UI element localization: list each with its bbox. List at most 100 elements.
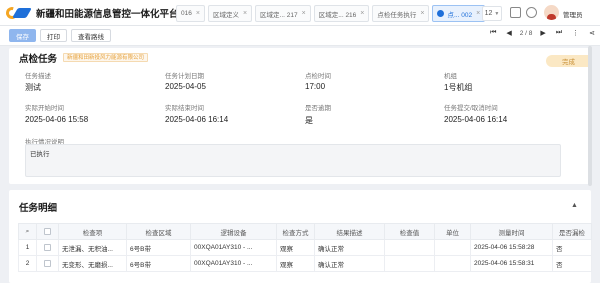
tab-count-value: 12 <box>484 10 493 17</box>
column-header[interactable]: 是否漏检 <box>552 223 592 240</box>
row-checkbox[interactable] <box>36 255 59 272</box>
cell-result: 确认正常 <box>314 239 385 256</box>
logo-icon <box>3 4 32 21</box>
actual-end-value: 2025-04-06 16:14 <box>165 115 229 124</box>
table-row[interactable]: 1 无泄漏、无积油... 6号B带 00XQA01AY310 - ... 观察 … <box>18 239 592 256</box>
view-route-button[interactable]: 查看路线 <box>71 29 111 42</box>
cell-item: 无泄漏、无积油... <box>58 239 127 256</box>
toolbar: 保存 打印 查看路线 ⏮ ◀ 2 / 8 ▶ ⏭ ⋮ ⋖ <box>0 26 600 46</box>
tab-item[interactable]: 区域定义 × <box>207 5 253 22</box>
print-button[interactable]: 打印 <box>40 29 67 42</box>
cell-unit <box>434 239 471 256</box>
close-icon[interactable]: × <box>243 10 247 17</box>
tab-label: 点检任务执行 <box>377 11 417 19</box>
cell-value[interactable] <box>384 239 435 256</box>
avatar[interactable] <box>544 5 559 20</box>
tab-item[interactable]: 区域定... 216 × <box>313 5 370 22</box>
column-header[interactable]: 逻辑设备 <box>190 223 277 240</box>
status-badge: 完成 <box>546 55 591 67</box>
select-all-checkbox[interactable] <box>36 223 59 240</box>
tab-count-select[interactable]: 12 ▼ <box>482 6 502 21</box>
cell-area: 6号B带 <box>126 255 191 272</box>
tab-label: 区域定... 216 <box>318 11 357 19</box>
app-header: 新疆和田能源信息管控一体化平台 016 × 区域定义 × 区域定... 217 × 区… <box>0 0 600 26</box>
close-icon[interactable]: × <box>476 10 480 17</box>
close-icon[interactable]: × <box>196 10 200 17</box>
cell-method: 观察 <box>276 255 315 272</box>
actual-start-label: 实际开始时间 <box>25 105 64 112</box>
prev-page-icon[interactable]: ◀ <box>506 29 511 37</box>
unit-label: 机组 <box>444 73 457 80</box>
row-number: 1 <box>18 239 37 256</box>
plan-date-value: 2025-04-05 <box>165 82 206 91</box>
task-details-card: 任务明细 ▲ ⌕ 检查项 检查区域 逻辑设备 检查方式 结果描述 检查值 单位 … <box>9 190 592 283</box>
company-tag: 新疆和田新投风力能源有限公司 <box>63 53 149 62</box>
close-icon[interactable]: × <box>302 10 306 17</box>
overdue-value: 是 <box>305 116 313 125</box>
last-page-icon[interactable]: ⏭ <box>556 29 562 37</box>
tab-item[interactable]: 016 × <box>176 5 205 22</box>
cell-area: 6号B带 <box>126 239 191 256</box>
tab-bar: 016 × 区域定义 × 区域定... 217 × 区域定... 216 × 点检任务执… <box>176 5 488 22</box>
column-header[interactable]: 检查方式 <box>276 223 315 240</box>
more-icon[interactable]: ⋮ <box>572 29 579 37</box>
first-page-icon[interactable]: ⏮ <box>490 29 496 37</box>
cell-value[interactable] <box>384 255 435 272</box>
column-header[interactable]: 测量时间 <box>470 223 553 240</box>
submit-time-label: 任务提交/取消时间 <box>444 105 498 112</box>
inspection-task-card: 点检任务 新疆和田新投风力能源有限公司 完成 任务描述 测试 任务计划日期 20… <box>9 48 591 184</box>
overdue-label: 是否逾期 <box>305 105 331 112</box>
tab-label: 点... 002 <box>447 11 473 19</box>
submit-time-value: 2025-04-06 16:14 <box>444 115 508 124</box>
scrollbar[interactable] <box>588 46 592 186</box>
actual-start-value: 2025-04-06 15:58 <box>25 115 89 124</box>
inspect-time-label: 点检时间 <box>305 73 331 80</box>
column-header[interactable]: 检查区域 <box>126 223 191 240</box>
details-title: 任务明细 <box>19 203 58 214</box>
chevron-up-icon[interactable]: ▲ <box>571 202 578 209</box>
cell-item: 无变形、无磨损... <box>58 255 127 272</box>
close-icon[interactable]: × <box>360 10 364 17</box>
tab-label: 区域定义 <box>212 11 239 19</box>
column-header[interactable]: 单位 <box>434 223 471 240</box>
next-page-icon[interactable]: ▶ <box>540 29 545 37</box>
column-header[interactable]: 结果描述 <box>314 223 385 240</box>
actual-end-label: 实际结束时间 <box>165 105 204 112</box>
app-title: 新疆和田能源信息管控一体化平台 <box>36 8 179 20</box>
active-dot-icon <box>437 10 445 17</box>
tab-item-active[interactable]: 点... 002 × <box>432 5 486 22</box>
cell-time: 2025-04-06 15:58:31 <box>470 255 553 272</box>
cell-missed: 否 <box>552 239 592 256</box>
plan-date-label: 任务计划日期 <box>165 73 204 80</box>
row-checkbox[interactable] <box>36 239 59 256</box>
row-number: 2 <box>18 255 37 272</box>
tab-label: 016 <box>181 10 192 17</box>
table-row[interactable]: 2 无变形、无磨损... 6号B带 00XQA01AY310 - ... 观察 … <box>18 255 592 272</box>
inspection-title: 点检任务 <box>19 54 58 65</box>
cell-method: 观察 <box>276 239 315 256</box>
cell-unit <box>434 255 471 272</box>
chevron-down-icon: ▼ <box>494 10 500 17</box>
details-table: ⌕ 检查项 检查区域 逻辑设备 检查方式 结果描述 检查值 单位 测量时间 是否… <box>18 223 592 272</box>
inspect-time-value: 17:00 <box>305 82 326 91</box>
column-header[interactable]: 检查项 <box>58 223 127 240</box>
save-button[interactable]: 保存 <box>9 29 36 42</box>
tab-item[interactable]: 点检任务执行 × <box>372 5 430 22</box>
task-desc-label: 任务描述 <box>25 73 51 80</box>
notes-textarea[interactable]: 已执行 <box>25 144 561 177</box>
unit-value: 1号机组 <box>444 83 473 92</box>
cell-device: 00XQA01AY310 - ... <box>190 255 277 272</box>
cell-time: 2025-04-06 15:58:28 <box>470 239 553 256</box>
help-icon[interactable] <box>526 7 537 18</box>
table-header-row: ⌕ 检查项 检查区域 逻辑设备 检查方式 结果描述 检查值 单位 测量时间 是否… <box>18 223 592 240</box>
cell-result: 确认正常 <box>314 255 385 272</box>
close-icon[interactable]: × <box>420 10 424 17</box>
cell-missed: 否 <box>552 255 592 272</box>
tab-item[interactable]: 区域定... 217 × <box>255 5 311 22</box>
search-icon[interactable]: ⌕ <box>18 223 37 240</box>
fullscreen-icon[interactable] <box>510 7 521 18</box>
task-desc-value: 测试 <box>25 83 41 92</box>
share-icon[interactable]: ⋖ <box>589 29 595 37</box>
column-header[interactable]: 检查值 <box>384 223 435 240</box>
user-name[interactable]: 管理员 <box>563 9 583 19</box>
